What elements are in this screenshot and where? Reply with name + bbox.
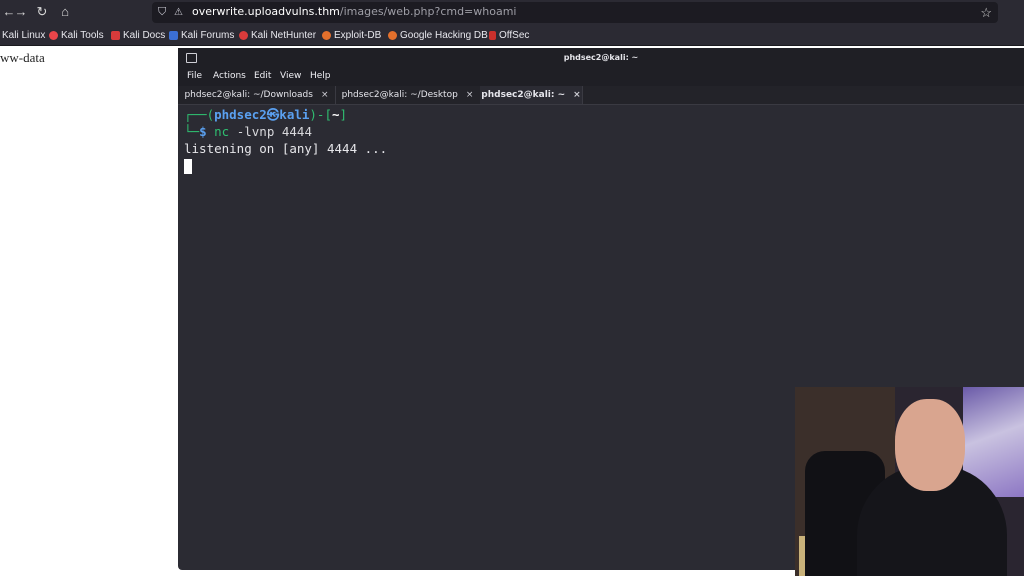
home-icon[interactable]: ⌂ xyxy=(56,3,74,21)
kali-docs-icon xyxy=(111,30,120,40)
menu-edit[interactable]: Edit xyxy=(254,71,271,81)
terminal-output[interactable]: ┌──(phdsec2㉿kali)-[~] └─$ nc -lvnp 4444 … xyxy=(184,106,387,174)
bookmark-exploit-db[interactable]: Exploit-DB xyxy=(322,28,381,42)
browser-toolbar: ← → ↻ ⌂ ⛉ ⚠ overwrite.uploadvulns.thm/im… xyxy=(0,0,1024,25)
shield-icon[interactable]: ⛉ xyxy=(158,6,170,19)
webcam-overlay xyxy=(795,387,1024,576)
tab-desktop[interactable]: phdsec2@kali: ~/Desktop × xyxy=(335,86,481,104)
close-icon[interactable]: × xyxy=(573,90,581,100)
terminal-tabbar: phdsec2@kali: ~/Downloads × phdsec2@kali… xyxy=(178,86,1024,105)
tab-home[interactable]: phdsec2@kali: ~ × xyxy=(480,86,583,104)
prompt-line-bottom: └─$ nc -lvnp 4444 xyxy=(184,124,312,139)
page-info-icon[interactable]: ⚠ xyxy=(174,6,186,19)
page-output-text: ww-data xyxy=(0,50,45,65)
exploit-db-icon xyxy=(322,30,331,40)
bookmark-kali-nethunter[interactable]: Kali NetHunter xyxy=(239,28,316,42)
reload-icon[interactable]: ↻ xyxy=(33,3,51,21)
terminal-titlebar[interactable]: phdsec2@kali: ~ xyxy=(178,48,1024,68)
person-head xyxy=(895,399,965,491)
url-bar[interactable]: ⛉ ⚠ overwrite.uploadvulns.thm/images/web… xyxy=(152,2,998,23)
prompt-line-top: ┌──(phdsec2㉿kali)-[~] xyxy=(184,107,348,122)
terminal-title: phdsec2@kali: ~ xyxy=(563,53,639,62)
offsec-icon xyxy=(489,30,496,40)
url-host: overwrite.uploadvulns.thm xyxy=(192,5,340,18)
prompt-user-host: phdsec2㉿kali xyxy=(214,107,310,122)
menu-view[interactable]: View xyxy=(280,71,301,81)
cursor-line xyxy=(184,157,387,174)
close-icon[interactable]: × xyxy=(321,90,329,100)
kali-nethunter-icon xyxy=(239,30,248,40)
bookmark-star-icon[interactable]: ☆ xyxy=(980,5,992,21)
bookmarks-bar: Kali Linux Kali Tools Kali Docs Kali For… xyxy=(0,25,1024,46)
forward-arrow-icon[interactable]: → xyxy=(12,3,30,21)
terminal-menubar: File Actions Edit View Help xyxy=(178,68,1024,86)
output-line: listening on [any] 4444 ... xyxy=(184,141,388,156)
url-path: /images/web.php?cmd=whoami xyxy=(339,5,517,18)
command-args: -lvnp 4444 xyxy=(236,124,312,139)
close-icon[interactable]: × xyxy=(466,90,474,100)
tab-downloads[interactable]: phdsec2@kali: ~/Downloads × xyxy=(178,86,336,104)
command-name: nc xyxy=(214,124,230,139)
google-hacking-db-icon xyxy=(388,30,397,40)
bookmark-offsec[interactable]: OffSec xyxy=(489,28,529,42)
menu-actions[interactable]: Actions xyxy=(213,71,246,81)
bookmark-kali-tools[interactable]: Kali Tools xyxy=(49,28,104,42)
kali-tools-icon xyxy=(49,30,58,40)
bookmark-google-hacking-db[interactable]: Google Hacking DB xyxy=(388,28,488,42)
url-text[interactable]: overwrite.uploadvulns.thm/images/web.php… xyxy=(192,5,517,18)
bookmark-kali-docs[interactable]: Kali Docs xyxy=(111,28,165,42)
menu-file[interactable]: File xyxy=(187,71,202,81)
bookmark-kali-linux[interactable]: Kali Linux xyxy=(2,28,45,42)
terminal-cursor xyxy=(184,159,192,174)
prompt-dir: ~ xyxy=(331,107,340,122)
kali-forums-icon xyxy=(169,30,178,40)
bookmark-kali-forums[interactable]: Kali Forums xyxy=(169,28,234,42)
menu-help[interactable]: Help xyxy=(310,71,331,81)
